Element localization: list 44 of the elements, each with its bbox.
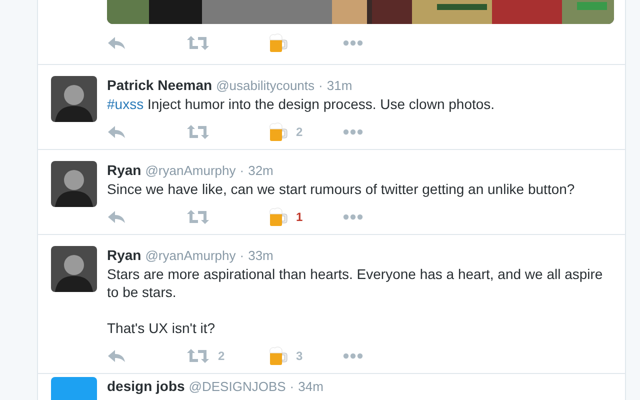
separator-dot: · — [290, 378, 294, 396]
retweet-icon[interactable] — [187, 124, 209, 138]
author-name[interactable]: Patrick Neeman — [107, 76, 212, 94]
avatar[interactable] — [51, 161, 97, 207]
avatar[interactable] — [51, 246, 97, 292]
reply-icon[interactable] — [107, 348, 127, 362]
author-handle[interactable]: @usabilitycounts — [216, 77, 315, 95]
author-name[interactable]: design jobs — [107, 377, 185, 395]
separator-dot: · — [318, 77, 323, 95]
more-icon[interactable] — [343, 128, 363, 134]
author-name[interactable]: Ryan — [107, 161, 142, 179]
separator-dot: · — [240, 247, 244, 265]
beer-mug-icon[interactable] — [268, 122, 288, 142]
timestamp[interactable]: 34m — [298, 378, 324, 396]
beer-mug-icon[interactable] — [268, 346, 288, 366]
hashtag-link[interactable]: #uxss — [107, 96, 144, 112]
tweet-text: #uxss Inject humor into the design process. Use clown photos. — [107, 95, 496, 113]
timestamp[interactable]: 32m — [248, 162, 274, 180]
beer-mug-icon[interactable] — [268, 32, 288, 52]
separator-dot: · — [240, 162, 244, 180]
reply-icon[interactable] — [107, 36, 127, 50]
author-handle[interactable]: @DESIGNJOBS — [188, 378, 286, 396]
more-icon[interactable] — [343, 214, 363, 220]
timestamp[interactable]: 31m — [326, 77, 352, 95]
retweet-icon[interactable] — [187, 348, 209, 362]
retweet-count: 2 — [218, 348, 225, 364]
tweet-text: Stars are more aspirational than hearts. Everyone has a heart, and we all aspire to be stars. — [107, 265, 604, 301]
retweet-icon[interactable] — [187, 210, 209, 224]
author-handle[interactable]: @ryanAmurphy — [145, 162, 236, 180]
more-icon[interactable] — [343, 352, 363, 358]
like-count: 2 — [296, 124, 303, 140]
like-count: 3 — [296, 348, 303, 364]
tweet-text: That's UX isn't it? — [107, 319, 216, 337]
more-icon[interactable] — [343, 40, 363, 46]
timestamp[interactable]: 33m — [248, 247, 274, 265]
reply-icon[interactable] — [107, 210, 127, 224]
avatar[interactable] — [51, 76, 97, 122]
author-handle[interactable]: @ryanAmurphy — [145, 247, 236, 265]
like-count: 1 — [296, 208, 303, 226]
author-name[interactable]: Ryan — [107, 246, 142, 264]
reply-icon[interactable] — [107, 124, 127, 138]
retweet-icon[interactable] — [187, 36, 209, 50]
tweet-text: Since we have like, can we start rumours of twitter getting an unlike button? — [107, 180, 576, 198]
beer-mug-icon[interactable] — [268, 206, 288, 226]
